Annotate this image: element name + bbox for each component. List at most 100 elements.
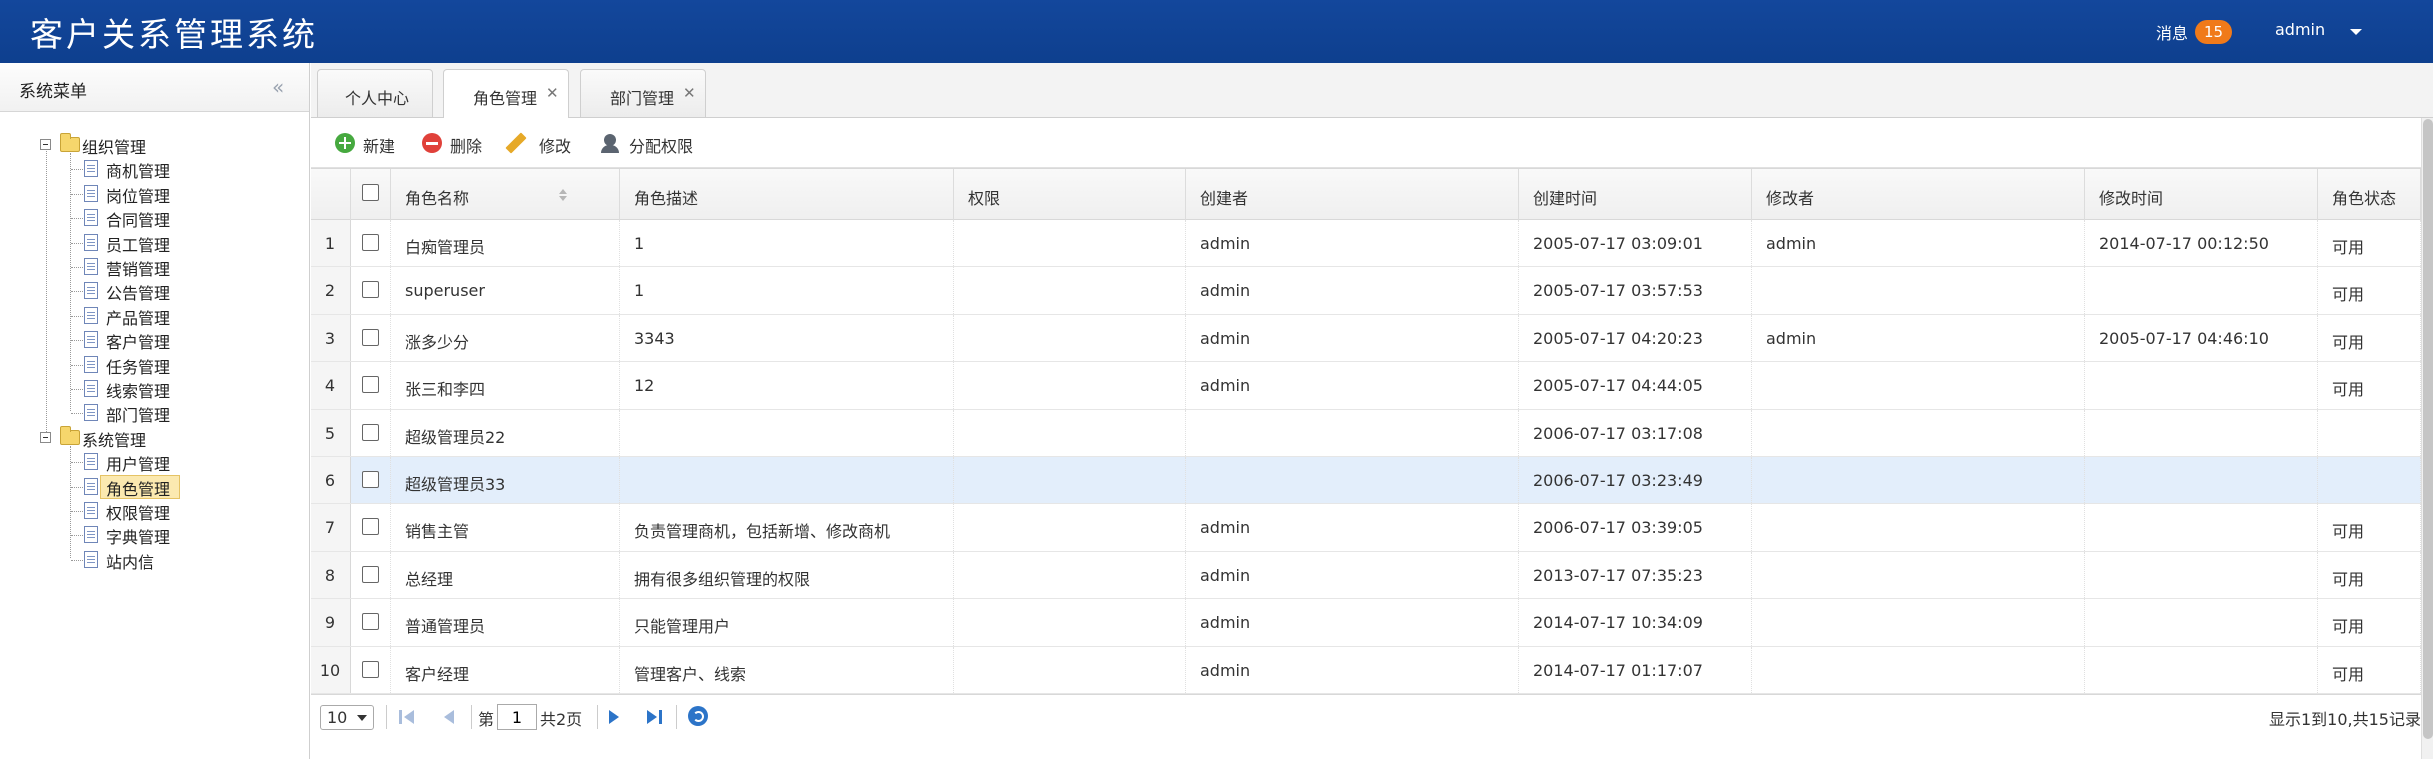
tree-item[interactable]: 站内信 [0, 548, 310, 572]
table-row[interactable]: 3 涨多少分 3343 admin 2005-07-17 04:20:23 admin 20… [311, 314, 2421, 363]
tree-item[interactable]: 线索管理 [0, 377, 310, 401]
tab-1[interactable]: 角色管理 ✕ [443, 69, 569, 119]
tree-connector [71, 340, 83, 342]
table-row[interactable]: 6 超级管理员33 2006-07-17 03:23:49 [311, 457, 2421, 505]
tree-item[interactable]: 部门管理 [0, 401, 310, 425]
tree-item[interactable]: 合同管理 [0, 206, 310, 230]
row-checkbox[interactable] [362, 471, 379, 488]
cell-name: 客户经理 [391, 646, 620, 693]
row-checkbox[interactable] [362, 518, 379, 536]
cell-created: 2014-07-17 01:17:07 [1519, 646, 1752, 693]
refresh-icon[interactable] [688, 706, 708, 726]
tree-item[interactable]: 商机管理 [0, 157, 310, 181]
column-header-label: 角色名称 [405, 189, 470, 208]
column-header[interactable]: 修改者 [1752, 169, 2085, 221]
chevron-down-icon [357, 715, 367, 721]
tree-item[interactable]: 客户管理 [0, 328, 310, 352]
tree-item[interactable]: 用户管理 [0, 450, 310, 474]
user-menu[interactable]: admin [2275, 20, 2325, 39]
next-page-icon[interactable] [608, 708, 624, 726]
first-page-icon[interactable] [399, 708, 415, 726]
table-row[interactable]: 8 总经理 拥有很多组织管理的权限 admin 2013-07-17 07:35:23 可… [311, 551, 2421, 600]
tree-item[interactable]: 产品管理 [0, 304, 310, 328]
cell-desc-text: 12 [634, 376, 655, 396]
messages-count-badge[interactable]: 15 [2195, 20, 2233, 44]
table-row[interactable]: 7 销售主管 负责管理商机，包括新增、修改商机 admin 2006-07-17 03:… [311, 504, 2421, 552]
row-checkbox[interactable] [362, 660, 379, 678]
tree-item[interactable]: 岗位管理 [0, 182, 310, 206]
document-icon [84, 160, 98, 178]
row-checkbox[interactable] [362, 376, 379, 394]
tab-0[interactable]: 个人中心 [317, 69, 433, 118]
close-icon[interactable]: ✕ [546, 84, 559, 102]
cell-creator: admin [1186, 646, 1519, 693]
cell-desc-text: 管理客户、线索 [634, 664, 747, 684]
table-row[interactable]: 1 白痴管理员 1 admin 2005-07-17 03:09:01 admin 2014… [311, 220, 2421, 268]
page-size-select[interactable]: 10 [320, 705, 374, 730]
vertical-scrollbar[interactable] [2421, 118, 2433, 759]
column-header[interactable]: 创建时间 [1519, 169, 1752, 221]
tree-item[interactable]: 任务管理 [0, 353, 310, 377]
tree-item[interactable]: 角色管理 [0, 474, 310, 499]
column-header[interactable]: 创建者 [1186, 169, 1519, 221]
tab-2[interactable]: 部门管理 ✕ [580, 69, 706, 118]
cell-desc: 只能管理用户 [620, 599, 954, 646]
cell-name-text: 超级管理员22 [405, 427, 506, 447]
cell-created-text: 2013-07-17 07:35:23 [1533, 565, 1703, 585]
row-checkbox[interactable] [362, 234, 379, 251]
close-icon[interactable]: ✕ [683, 84, 696, 102]
table-row[interactable]: 5 超级管理员22 2006-07-17 03:17:08 [311, 409, 2421, 457]
messages-link[interactable]: 消息 [2156, 20, 2188, 44]
row-checkbox[interactable] [362, 423, 379, 441]
column-header[interactable]: 权限 [954, 169, 1186, 221]
cell-desc: 1 [620, 220, 954, 267]
column-header[interactable]: 角色状态 [2318, 169, 2421, 221]
tree-connector [71, 364, 83, 366]
cell-modifier [1752, 599, 2085, 646]
cell-modified [2085, 267, 2318, 314]
collapse-toggle-icon[interactable] [40, 431, 51, 443]
cell-status: 可用 [2318, 599, 2421, 646]
cell-name-text: superuser [405, 281, 485, 301]
cell-desc-text: 1 [634, 281, 645, 301]
tree-group[interactable]: 系统管理 [0, 425, 310, 450]
last-page-icon[interactable] [646, 708, 662, 726]
row-checkbox[interactable] [362, 565, 379, 583]
tree-item[interactable]: 字典管理 [0, 523, 310, 547]
table-row[interactable]: 4 张三和李四 12 admin 2005-07-17 04:44:05 可用 [311, 362, 2421, 410]
row-checkbox[interactable] [362, 613, 379, 631]
tree-item[interactable]: 员工管理 [0, 231, 310, 255]
previous-page-icon[interactable] [439, 708, 455, 726]
tree-item[interactable]: 权限管理 [0, 499, 310, 523]
row-checkbox[interactable] [362, 281, 379, 299]
scrollbar-thumb[interactable] [2423, 119, 2433, 739]
select-all-checkbox[interactable] [362, 184, 379, 201]
cell-status: 可用 [2318, 220, 2421, 267]
table-row[interactable]: 2 superuser 1 admin 2005-07-17 03:57:53 可用 [311, 267, 2421, 315]
tree-item[interactable]: 公告管理 [0, 279, 310, 303]
edit-button[interactable]: 修改 [505, 130, 581, 156]
page-number-input[interactable] [497, 704, 537, 730]
delete-button[interactable]: 删除 [422, 130, 492, 156]
caret-down-icon[interactable] [2350, 29, 2362, 35]
assign-permissions-button[interactable]: 分配权限 [601, 130, 711, 156]
cell-created: 2005-07-17 03:57:53 [1519, 267, 1752, 314]
tree-item-label: 任务管理 [106, 357, 171, 377]
add-button[interactable]: 新建 [335, 130, 405, 156]
column-header[interactable]: 修改时间 [2085, 169, 2318, 221]
column-header[interactable]: 角色描述 [620, 169, 954, 221]
tree-group[interactable]: 组织管理 [0, 133, 310, 157]
tree-item[interactable]: 营销管理 [0, 255, 310, 279]
double-chevron-left-icon[interactable]: « [272, 75, 284, 99]
cell-desc: 管理客户、线索 [620, 646, 954, 693]
row-checkbox[interactable] [362, 328, 379, 346]
collapse-toggle-icon[interactable] [40, 139, 51, 150]
cell-perm [954, 314, 1186, 362]
table-row[interactable]: 9 普通管理员 只能管理用户 admin 2014-07-17 10:34:09 可用 [311, 599, 2421, 647]
table-row[interactable]: 10 客户经理 管理客户、线索 admin 2014-07-17 01:17:07 可用 [311, 646, 2421, 694]
column-header[interactable]: 角色名称 [391, 169, 620, 221]
cell-modified [2085, 646, 2318, 693]
tree-item-label: 客户管理 [106, 333, 171, 353]
sort-icon[interactable] [559, 189, 567, 201]
delete-button-label: 删除 [450, 137, 483, 156]
